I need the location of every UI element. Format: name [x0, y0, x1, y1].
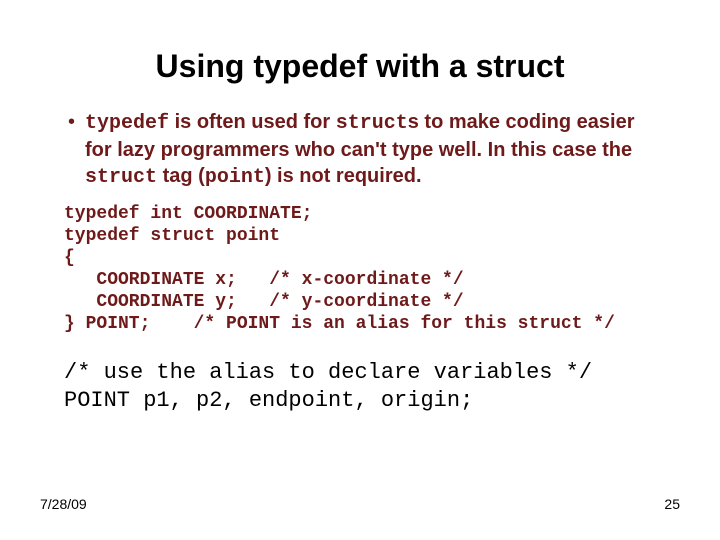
footer: 7/28/09 25 [40, 496, 680, 512]
slide: Using typedef with a struct • typedef is… [0, 0, 720, 540]
footer-page: 25 [664, 496, 680, 512]
text-run: ) is not required. [265, 165, 422, 187]
text-run: tag ( [157, 165, 205, 187]
code-block-2: /* use the alias to declare variables */… [64, 359, 656, 415]
code-inline: typedef [85, 112, 169, 135]
code-inline: point [205, 166, 265, 189]
bullet-icon: • [68, 109, 75, 135]
code-inline: struct [85, 166, 157, 189]
bullet-item: • typedef is often used for structs to m… [68, 109, 652, 191]
footer-date: 7/28/09 [40, 496, 87, 512]
code-block-1: typedef int COORDINATE; typedef struct p… [64, 203, 656, 335]
code-inline: struct [336, 112, 408, 135]
text-run: is often used for [169, 111, 336, 133]
bullet-text: typedef is often used for structs to mak… [85, 109, 652, 191]
slide-title: Using typedef with a struct [40, 48, 680, 85]
